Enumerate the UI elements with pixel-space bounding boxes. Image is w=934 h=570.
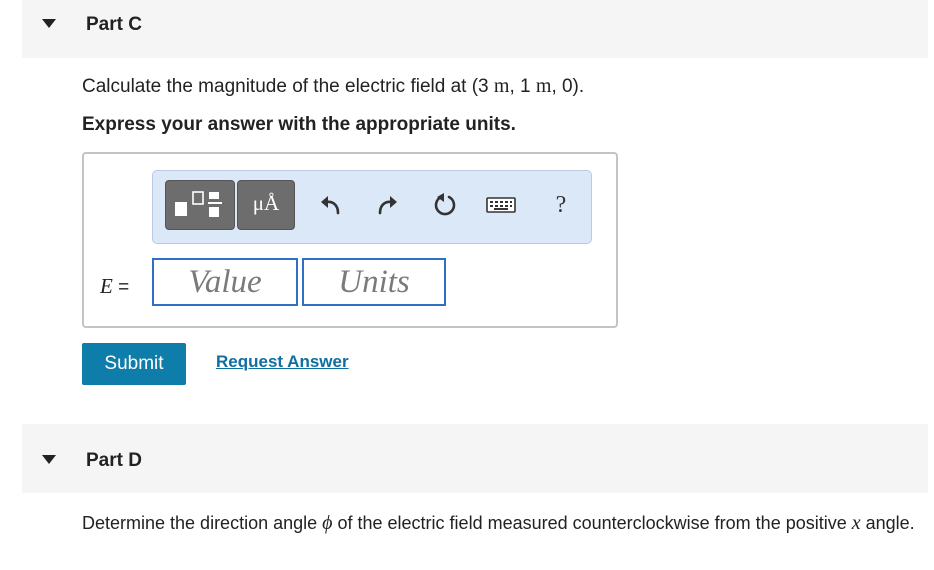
- redo-icon: [378, 196, 397, 215]
- submit-button[interactable]: Submit: [82, 343, 186, 385]
- question-suffix: , 0).: [551, 76, 585, 97]
- redo-button[interactable]: [373, 191, 401, 219]
- value-input[interactable]: [152, 258, 298, 306]
- part-d-header[interactable]: Part D: [22, 424, 928, 493]
- reset-icon: [434, 193, 456, 216]
- equation-var: E: [100, 274, 113, 298]
- caret-down-icon[interactable]: [42, 19, 56, 28]
- templates-button[interactable]: [165, 180, 235, 230]
- units-button[interactable]: μÅ: [237, 180, 295, 230]
- part-c-title: Part C: [86, 14, 142, 35]
- math-toolbar: μÅ ?: [152, 170, 592, 244]
- keyboard-button[interactable]: [485, 191, 517, 219]
- phi-symbol: ϕ: [322, 512, 333, 534]
- part-d-question: Determine the direction angle ϕ of the e…: [82, 511, 922, 536]
- part-c-header[interactable]: Part C: [22, 0, 928, 58]
- answer-instruction: Express your answer with the appropriate…: [82, 114, 516, 135]
- question-mid: , 1: [509, 76, 536, 97]
- unit-m-2: m: [535, 75, 552, 97]
- reset-button[interactable]: [431, 191, 459, 219]
- part-d-mid: of the electric field measured countercl…: [332, 513, 852, 533]
- undo-button[interactable]: [317, 191, 345, 219]
- help-icon: ?: [555, 191, 567, 218]
- caret-down-icon[interactable]: [42, 455, 56, 464]
- part-d-title: Part D: [86, 450, 142, 471]
- part-d-suffix: angle.: [860, 513, 915, 533]
- equation-equals: =: [112, 277, 130, 298]
- x-variable: x: [851, 512, 861, 534]
- question-prefix: Calculate the magnitude of the electric …: [82, 76, 494, 97]
- unit-m-1: m: [493, 75, 510, 97]
- part-d-prefix: Determine the direction angle: [82, 513, 323, 533]
- units-icon: μÅ: [252, 191, 280, 215]
- answer-panel: μÅ ? E = Value Units: [82, 152, 618, 328]
- help-button[interactable]: ?: [547, 191, 575, 219]
- part-c-question: Calculate the magnitude of the electric …: [82, 75, 584, 98]
- units-input[interactable]: [302, 258, 446, 306]
- equation-label: E =: [100, 274, 129, 299]
- request-answer-link[interactable]: Request Answer: [216, 352, 349, 372]
- undo-icon: [321, 196, 340, 215]
- keyboard-icon: [486, 197, 516, 213]
- templates-icon: [175, 191, 222, 217]
